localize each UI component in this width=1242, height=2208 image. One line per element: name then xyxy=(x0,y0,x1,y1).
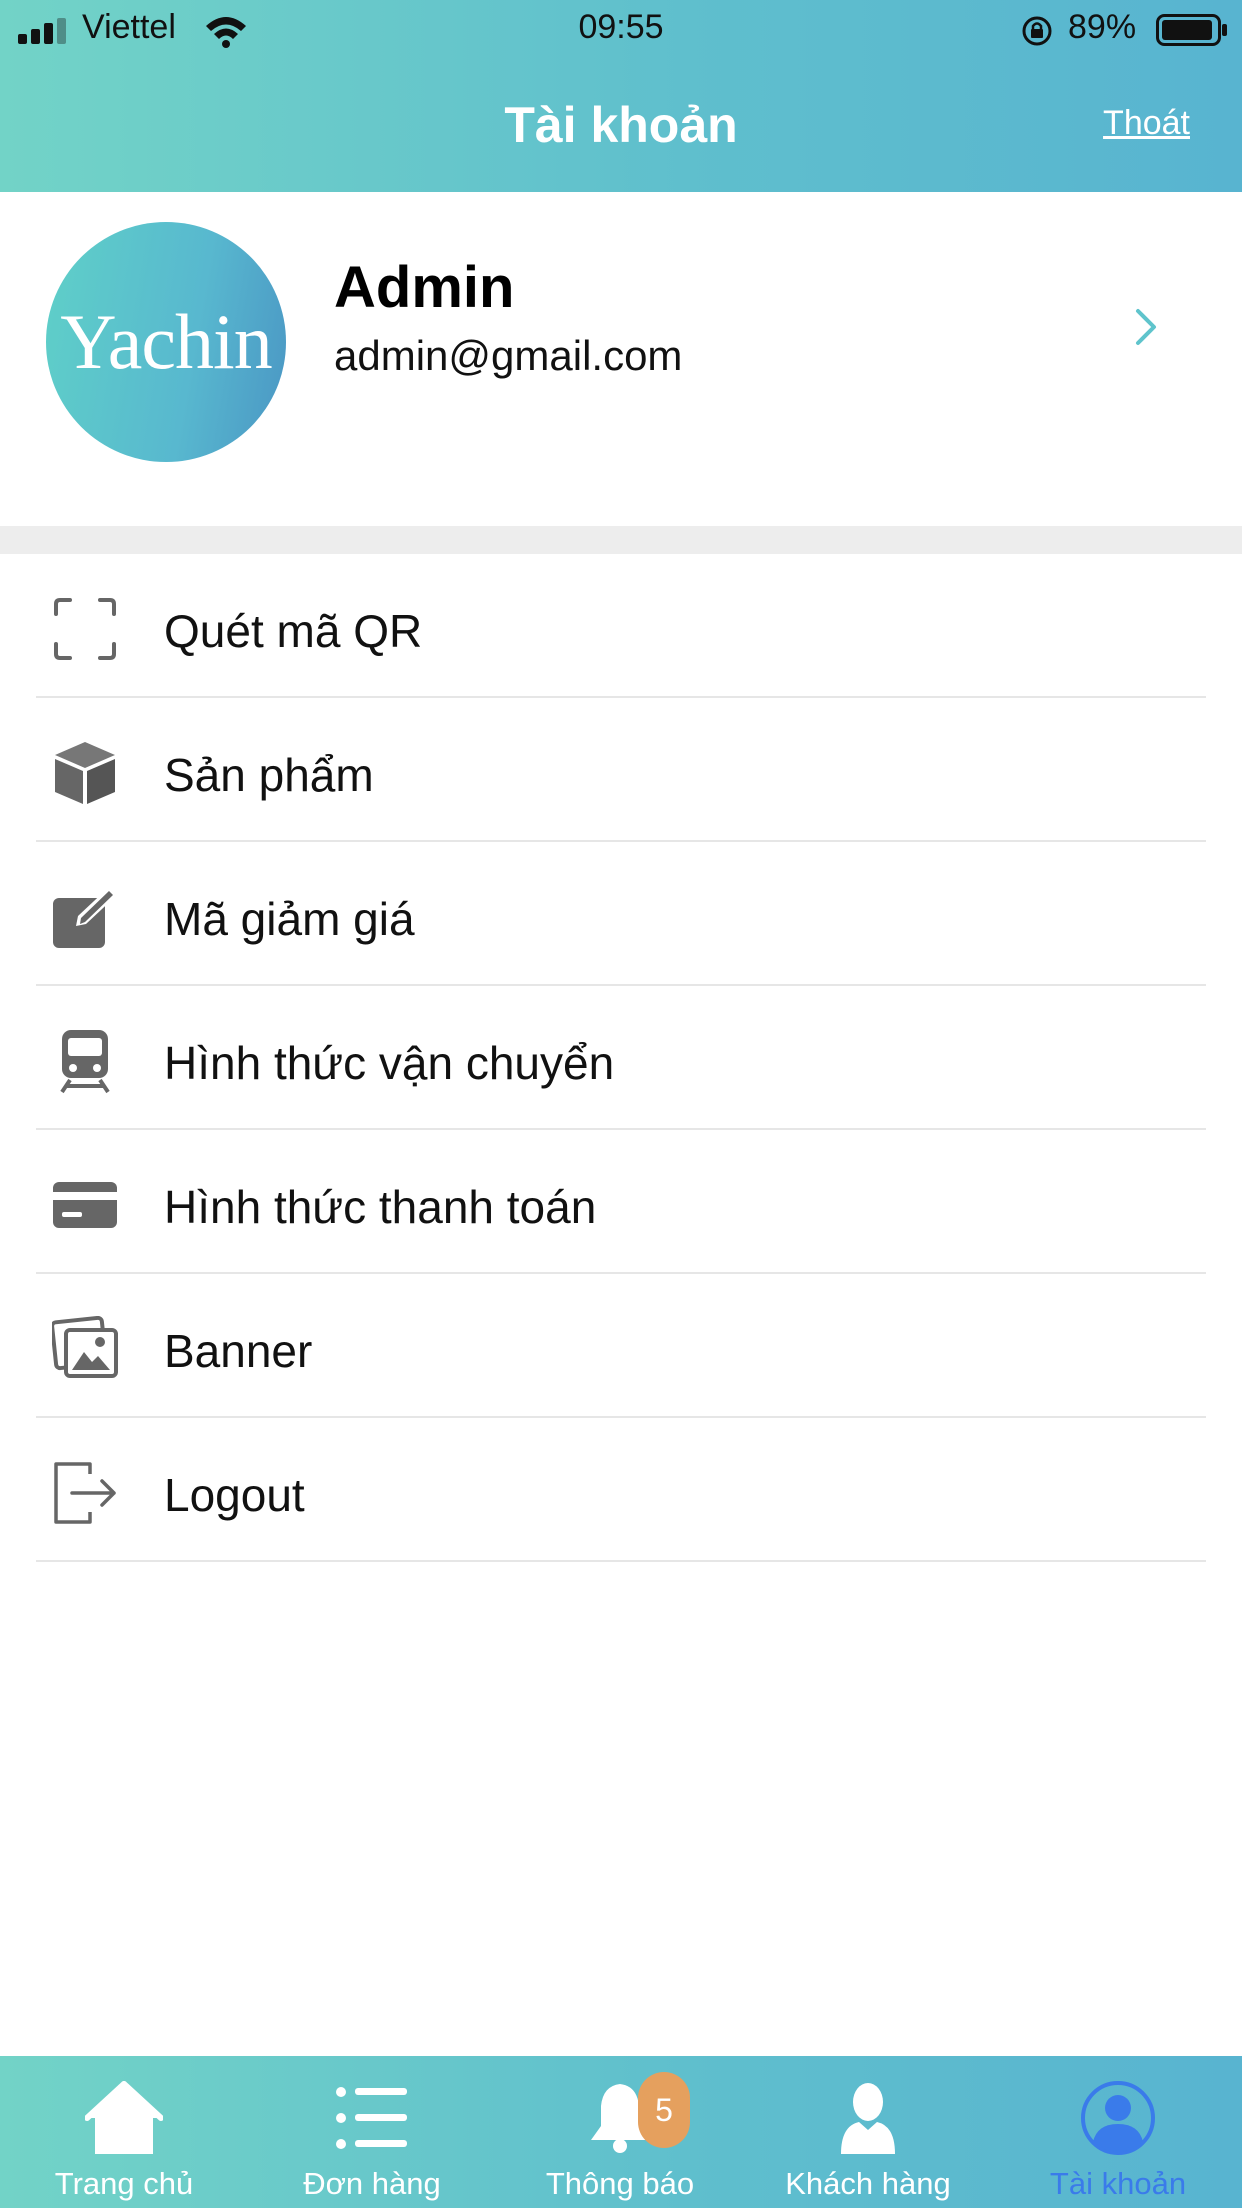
account-icon xyxy=(1081,2081,1155,2155)
box-icon xyxy=(55,742,115,804)
menu-item-logout[interactable]: Logout xyxy=(0,1418,1242,1562)
logout-icon xyxy=(54,1462,116,1524)
status-time: 09:55 xyxy=(578,8,664,46)
images-icon xyxy=(52,1316,118,1378)
tab-account[interactable]: Tài khoản xyxy=(994,2056,1242,2208)
menu-item-shipping[interactable]: Hình thức vận chuyển xyxy=(0,986,1242,1130)
menu-item-qr-scan[interactable]: Quét mã QR xyxy=(0,554,1242,698)
exit-link[interactable]: Thoát xyxy=(1103,104,1190,143)
profile-name: Admin xyxy=(334,255,515,320)
qr-scan-icon xyxy=(54,598,116,660)
battery-icon xyxy=(1156,14,1227,46)
tab-label: Thông báo xyxy=(545,2166,695,2201)
credit-card-icon xyxy=(53,1182,117,1228)
tab-label: Trang chủ xyxy=(54,2166,194,2201)
menu-item-label: Banner xyxy=(164,1325,313,1377)
menu-item-payment[interactable]: Hình thức thanh toán xyxy=(0,1130,1242,1274)
menu-item-banner[interactable]: Banner xyxy=(0,1274,1242,1418)
menu-item-products[interactable]: Sản phẩm xyxy=(0,698,1242,842)
tab-label: Đơn hàng xyxy=(303,2166,441,2201)
avatar-logo-text: Yachin xyxy=(60,298,272,385)
profile-card[interactable]: Yachin Admin admin@gmail.com xyxy=(0,192,1242,526)
tab-home[interactable]: Trang chủ xyxy=(0,2056,248,2208)
tab-orders[interactable]: Đơn hàng xyxy=(248,2056,496,2208)
tab-label: Tài khoản xyxy=(1049,2166,1187,2201)
train-icon xyxy=(60,1030,110,1094)
menu-item-label: Mã giảm giá xyxy=(164,893,415,945)
menu-item-label: Hình thức thanh toán xyxy=(164,1181,597,1233)
page-title: Tài khoản xyxy=(504,97,738,153)
divider xyxy=(36,1560,1206,1562)
person-icon xyxy=(841,2083,895,2154)
avatar: Yachin xyxy=(46,222,286,462)
bottom-tab-bar: Trang chủ Đơn hàng Thông báo 5 Khách hàn… xyxy=(0,2056,1242,2208)
header: Viettel 09:55 89% Tài khoản Thoát xyxy=(0,0,1242,192)
tab-label: Khách hàng xyxy=(785,2166,951,2201)
menu-item-label: Hình thức vận chuyển xyxy=(164,1037,615,1089)
status-bar: Viettel 09:55 89% xyxy=(0,0,1242,58)
profile-email: admin@gmail.com xyxy=(334,332,683,379)
section-divider xyxy=(0,526,1242,554)
home-icon xyxy=(85,2081,163,2154)
tab-customers[interactable]: Khách hàng xyxy=(744,2056,992,2208)
chevron-right-icon xyxy=(1136,309,1156,345)
menu-item-label: Logout xyxy=(164,1469,305,1521)
menu-item-label: Sản phẩm xyxy=(164,749,374,801)
edit-icon xyxy=(53,886,118,948)
account-menu: Quét mã QR Sản phẩm Mã giảm giá Hình thứ… xyxy=(0,554,1242,1562)
menu-item-discounts[interactable]: Mã giảm giá xyxy=(0,842,1242,986)
notification-badge: 5 xyxy=(638,2072,690,2148)
list-icon xyxy=(336,2087,407,2149)
tab-notifications[interactable]: Thông báo xyxy=(496,2056,744,2208)
battery-percent: 89% xyxy=(1068,8,1137,46)
menu-item-label: Quét mã QR xyxy=(164,605,423,657)
rotation-lock-icon xyxy=(1022,16,1052,46)
